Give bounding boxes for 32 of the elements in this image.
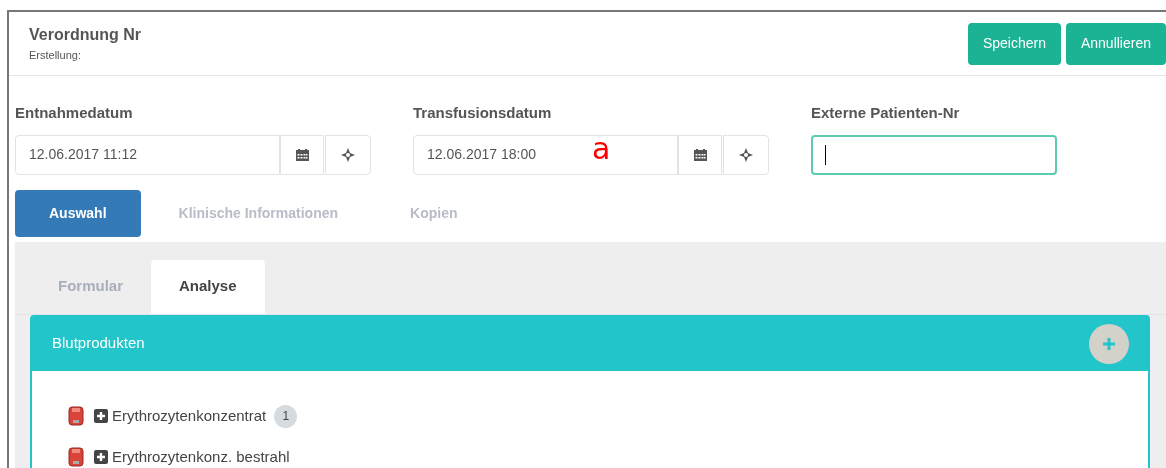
blood-bag-icon (68, 446, 84, 467)
form-subtitle: Erstellung: (29, 48, 82, 64)
field-label: Externe Patienten-Nr (811, 103, 960, 123)
field-label: Transfusionsdatum (413, 103, 552, 123)
annotation-letter: a (592, 133, 611, 164)
crosshair-icon (739, 147, 753, 162)
action-button[interactable]: Annullieren (1065, 22, 1166, 65)
date-field[interactable]: 12.06.2017 18:00 a (413, 134, 678, 175)
tab[interactable]: Analyse (151, 259, 265, 314)
form-title: Verordnung Nr (29, 25, 141, 46)
product-name: Erythrozytenkonzentrat (112, 405, 267, 426)
tab[interactable]: Auswahl (15, 189, 141, 237)
calendar-button[interactable] (280, 134, 324, 175)
count-badge: 1 (274, 404, 298, 428)
action-button[interactable]: Speichern (967, 22, 1061, 65)
crosshair-icon (341, 147, 355, 162)
calendar-button[interactable] (678, 134, 722, 175)
blood-bag-icon (68, 406, 84, 426)
calendar-icon (693, 148, 707, 161)
text-cursor (825, 144, 826, 165)
product-name: Erythrozytenkonz. bestrahl (112, 446, 290, 467)
calendar-icon (295, 148, 309, 161)
tab[interactable]: Kopien (376, 189, 492, 237)
input-field[interactable] (811, 134, 1057, 175)
tab[interactable]: Formular (30, 259, 151, 314)
panel-title: Blutprodukten (52, 333, 145, 354)
expand-icon[interactable] (94, 449, 108, 464)
expand-icon[interactable] (94, 409, 108, 423)
field-label: Entnahmedatum (15, 103, 133, 123)
plus-icon (1103, 337, 1115, 350)
tab[interactable]: Klinische Informationen (144, 189, 373, 237)
date-field[interactable]: 12.06.2017 11:12 (15, 134, 280, 175)
